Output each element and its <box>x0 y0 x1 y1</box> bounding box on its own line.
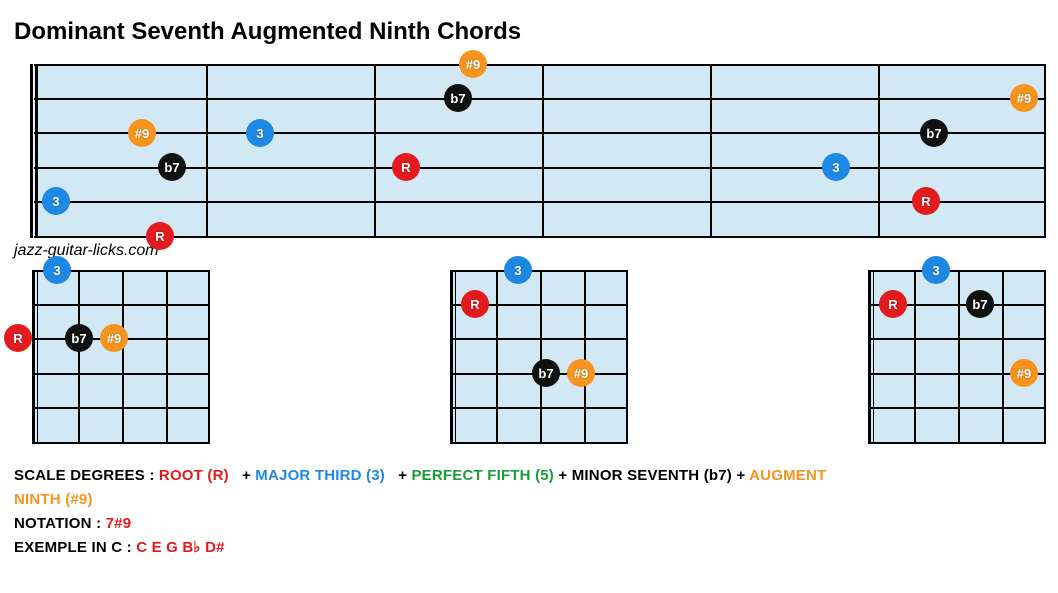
note-third: 3 <box>922 256 950 284</box>
note-root: R <box>392 153 420 181</box>
note-root: R <box>461 290 489 318</box>
legend-third: MAJOR THIRD (3) <box>255 467 385 484</box>
example-label: EXEMPLE IN C : <box>14 539 132 556</box>
small-fretboard-2: R 3 b7 #9 <box>428 270 628 444</box>
note-third: 3 <box>43 256 71 284</box>
nut <box>30 64 38 238</box>
legend-block: SCALE DEGREES : ROOT (R) + MAJOR THIRD (… <box>14 464 1048 560</box>
legend-scale-degrees: SCALE DEGREES : ROOT (R) + MAJOR THIRD (… <box>14 464 1048 488</box>
small-fretboard-3: R 3 b7 #9 <box>846 270 1046 444</box>
legend-notation: NOTATION : 7#9 <box>14 512 1048 536</box>
example-value: C E G B♭ D# <box>136 539 224 556</box>
note-ninth: #9 <box>1010 359 1038 387</box>
note-root: R <box>4 324 32 352</box>
fretboard-bg <box>34 64 1046 238</box>
note-seventh: b7 <box>158 153 186 181</box>
note-ninth: #9 <box>1010 84 1038 112</box>
plus-icon: + <box>398 467 407 484</box>
note-third: 3 <box>246 119 274 147</box>
note-third: 3 <box>504 256 532 284</box>
note-seventh: b7 <box>532 359 560 387</box>
notation-value: 7#9 <box>106 515 132 532</box>
note-root: R <box>912 187 940 215</box>
legend-ninth-cont: NINTH (#9) <box>14 491 93 508</box>
legend-seventh: MINOR SEVENTH (b7) <box>572 467 732 484</box>
legend-root: ROOT (R) <box>159 467 229 484</box>
note-ninth: #9 <box>100 324 128 352</box>
small-fretboard-1: R 3 b7 #9 <box>10 270 210 444</box>
main-fretboard: R 3 b7 #9 3 R b7 #9 3 b7 R #9 <box>10 64 1046 238</box>
small-fretboards-row: R 3 b7 #9 R 3 b7 #9 R 3 b7 #9 <box>10 270 1046 444</box>
note-seventh: b7 <box>920 119 948 147</box>
plus-icon: + <box>736 467 745 484</box>
legend-example: EXEMPLE IN C : C E G B♭ D# <box>14 536 1048 560</box>
nut <box>450 270 456 444</box>
plus-icon: + <box>558 467 567 484</box>
scale-degrees-label: SCALE DEGREES : <box>14 467 155 484</box>
note-ninth: #9 <box>128 119 156 147</box>
notation-label: NOTATION : <box>14 515 101 532</box>
note-seventh: b7 <box>966 290 994 318</box>
legend-ninth: AUGMENT <box>749 467 826 484</box>
nut <box>32 270 38 444</box>
note-seventh: b7 <box>444 84 472 112</box>
note-root: R <box>879 290 907 318</box>
note-ninth: #9 <box>567 359 595 387</box>
note-third: 3 <box>42 187 70 215</box>
note-root: R <box>146 222 174 250</box>
note-ninth: #9 <box>459 50 487 78</box>
plus-icon: + <box>242 467 251 484</box>
legend-fifth: PERFECT FIFTH (5) <box>411 467 554 484</box>
nut <box>868 270 874 444</box>
note-seventh: b7 <box>65 324 93 352</box>
page-title: Dominant Seventh Augmented Ninth Chords <box>14 18 1048 46</box>
note-third: 3 <box>822 153 850 181</box>
